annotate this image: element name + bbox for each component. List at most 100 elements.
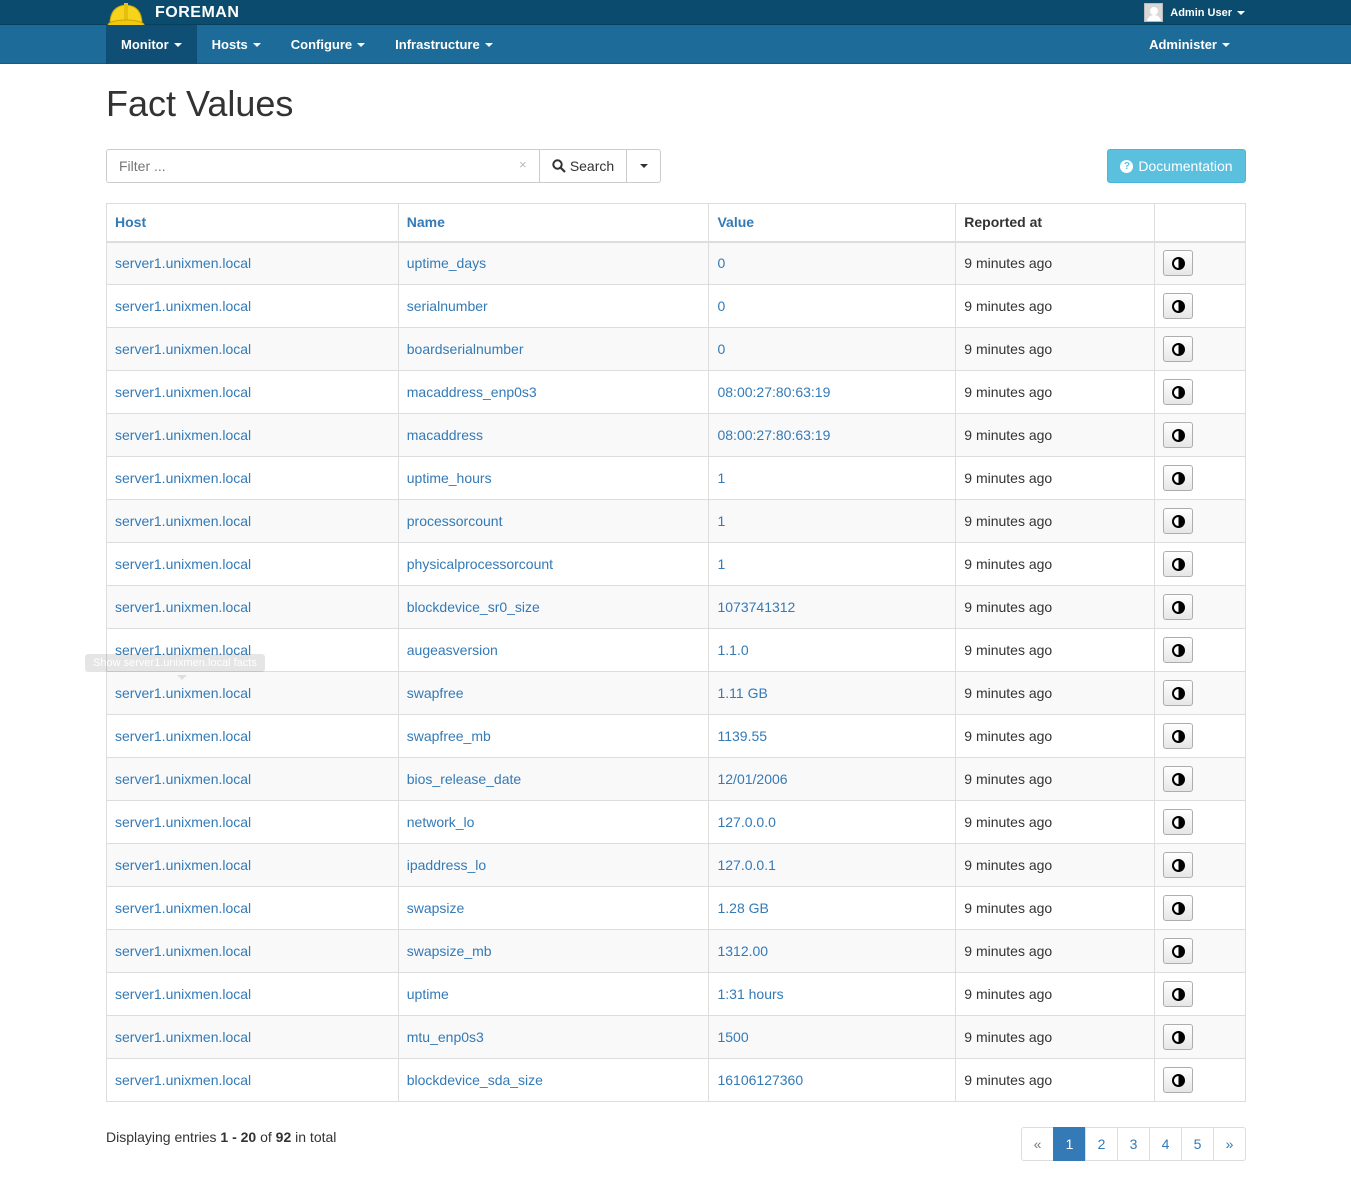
fact-value-link[interactable]: 0 (717, 298, 725, 314)
fact-value-link[interactable]: 1.1.0 (717, 642, 748, 658)
pagination-page-2[interactable]: 2 (1085, 1127, 1118, 1161)
fact-name-link[interactable]: uptime (407, 986, 449, 1002)
fact-chart-button[interactable] (1163, 723, 1194, 749)
host-link[interactable]: server1.unixmen.local (115, 1029, 251, 1045)
host-link[interactable]: server1.unixmen.local (115, 900, 251, 916)
fact-chart-button[interactable] (1163, 465, 1194, 491)
pagination-page-5[interactable]: 5 (1181, 1127, 1214, 1161)
pagination-page-4[interactable]: 4 (1149, 1127, 1182, 1161)
column-header-host[interactable]: Host (106, 203, 399, 243)
host-link[interactable]: server1.unixmen.local (115, 943, 251, 959)
host-link[interactable]: server1.unixmen.local (115, 814, 251, 830)
pagination-page-3[interactable]: 3 (1117, 1127, 1150, 1161)
fact-chart-button[interactable] (1163, 680, 1194, 706)
host-link[interactable]: server1.unixmen.local (115, 470, 251, 486)
fact-name-link[interactable]: bios_release_date (407, 771, 521, 787)
fact-name-link[interactable]: blockdevice_sr0_size (407, 599, 540, 615)
host-link[interactable]: server1.unixmen.local (115, 1072, 251, 1088)
fact-name-link[interactable]: boardserialnumber (407, 341, 524, 357)
sort-value-link[interactable]: Value (717, 214, 754, 230)
host-link[interactable]: server1.unixmen.local (115, 728, 251, 744)
host-link[interactable]: server1.unixmen.local (115, 427, 251, 443)
nav-item-monitor[interactable]: Monitor (106, 25, 197, 64)
nav-item-administer[interactable]: Administer (1134, 25, 1245, 64)
fact-value-link[interactable]: 1073741312 (717, 599, 795, 615)
host-link[interactable]: server1.unixmen.local (115, 298, 251, 314)
fact-chart-button[interactable] (1163, 766, 1194, 792)
documentation-button[interactable]: ? Documentation (1107, 149, 1246, 183)
host-link[interactable]: server1.unixmen.local (115, 255, 251, 271)
pagination-page-1[interactable]: 1 (1053, 1127, 1086, 1161)
nav-item-hosts[interactable]: Hosts (197, 25, 276, 64)
fact-chart-button[interactable] (1163, 895, 1194, 921)
fact-value-link[interactable]: 1 (717, 513, 725, 529)
fact-chart-button[interactable] (1163, 250, 1194, 277)
fact-value-link[interactable]: 1 (717, 556, 725, 572)
fact-name-link[interactable]: swapfree (407, 685, 464, 701)
sort-name-link[interactable]: Name (407, 214, 445, 230)
fact-name-link[interactable]: swapsize_mb (407, 943, 492, 959)
fact-chart-button[interactable] (1163, 336, 1194, 362)
fact-value-link[interactable]: 08:00:27:80:63:19 (717, 427, 830, 443)
fact-chart-button[interactable] (1163, 852, 1194, 878)
fact-chart-button[interactable] (1163, 422, 1194, 448)
brand[interactable]: FOREMAN (106, 0, 239, 31)
host-link[interactable]: server1.unixmen.local (115, 599, 251, 615)
host-link[interactable]: server1.unixmen.local (115, 556, 251, 572)
fact-name-link[interactable]: ipaddress_lo (407, 857, 486, 873)
fact-value-link[interactable]: 1.11 GB (717, 685, 767, 701)
nav-item-infrastructure[interactable]: Infrastructure (380, 25, 508, 64)
fact-value-link[interactable]: 16106127360 (717, 1072, 803, 1088)
fact-chart-button[interactable] (1163, 551, 1194, 577)
fact-chart-button[interactable] (1163, 379, 1194, 405)
fact-value-link[interactable]: 1139.55 (717, 728, 767, 744)
host-link[interactable]: server1.unixmen.local (115, 771, 251, 787)
fact-name-link[interactable]: blockdevice_sda_size (407, 1072, 543, 1088)
fact-name-link[interactable]: uptime_days (407, 255, 486, 271)
fact-value-link[interactable]: 1500 (717, 1029, 748, 1045)
fact-chart-button[interactable] (1163, 508, 1194, 534)
fact-value-link[interactable]: 1312.00 (717, 943, 768, 959)
nav-item-configure[interactable]: Configure (276, 25, 380, 64)
fact-value-link[interactable]: 12/01/2006 (717, 771, 787, 787)
pagination-prev[interactable]: « (1021, 1127, 1054, 1161)
search-input[interactable] (106, 149, 539, 183)
fact-name-link[interactable]: mtu_enp0s3 (407, 1029, 484, 1045)
column-header-name[interactable]: Name (397, 203, 710, 243)
clear-icon[interactable]: × (519, 157, 527, 172)
fact-name-link[interactable]: network_lo (407, 814, 475, 830)
host-link[interactable]: server1.unixmen.local (115, 513, 251, 529)
fact-name-link[interactable]: processorcount (407, 513, 503, 529)
fact-name-link[interactable]: swapsize (407, 900, 465, 916)
fact-value-link[interactable]: 0 (717, 255, 725, 271)
fact-name-link[interactable]: augeasversion (407, 642, 498, 658)
fact-name-link[interactable]: macaddress_enp0s3 (407, 384, 537, 400)
fact-name-link[interactable]: swapfree_mb (407, 728, 491, 744)
host-link[interactable]: server1.unixmen.local (115, 857, 251, 873)
column-header-value[interactable]: Value (708, 203, 957, 243)
fact-chart-button[interactable] (1163, 981, 1194, 1007)
fact-chart-button[interactable] (1163, 809, 1194, 835)
user-menu[interactable]: Admin User (1144, 0, 1245, 25)
fact-value-link[interactable]: 0 (717, 341, 725, 357)
fact-value-link[interactable]: 127.0.0.0 (717, 814, 775, 830)
fact-name-link[interactable]: serialnumber (407, 298, 488, 314)
fact-name-link[interactable]: uptime_hours (407, 470, 492, 486)
fact-value-link[interactable]: 1 (717, 470, 725, 486)
host-link[interactable]: server1.unixmen.local (115, 986, 251, 1002)
sort-host-link[interactable]: Host (115, 214, 146, 230)
fact-chart-button[interactable] (1163, 637, 1194, 663)
host-link[interactable]: server1.unixmen.local (115, 341, 251, 357)
pagination-next[interactable]: » (1213, 1127, 1246, 1161)
fact-chart-button[interactable] (1163, 293, 1194, 319)
fact-value-link[interactable]: 08:00:27:80:63:19 (717, 384, 830, 400)
fact-chart-button[interactable] (1163, 1024, 1194, 1050)
bookmarks-dropdown-button[interactable] (627, 149, 661, 183)
fact-name-link[interactable]: physicalprocessorcount (407, 556, 553, 572)
fact-value-link[interactable]: 1:31 hours (717, 986, 783, 1002)
search-button[interactable]: Search (539, 149, 627, 183)
fact-value-link[interactable]: 1.28 GB (717, 900, 768, 916)
fact-chart-button[interactable] (1163, 594, 1194, 620)
fact-chart-button[interactable] (1163, 1067, 1194, 1093)
host-link[interactable]: server1.unixmen.local (115, 384, 251, 400)
